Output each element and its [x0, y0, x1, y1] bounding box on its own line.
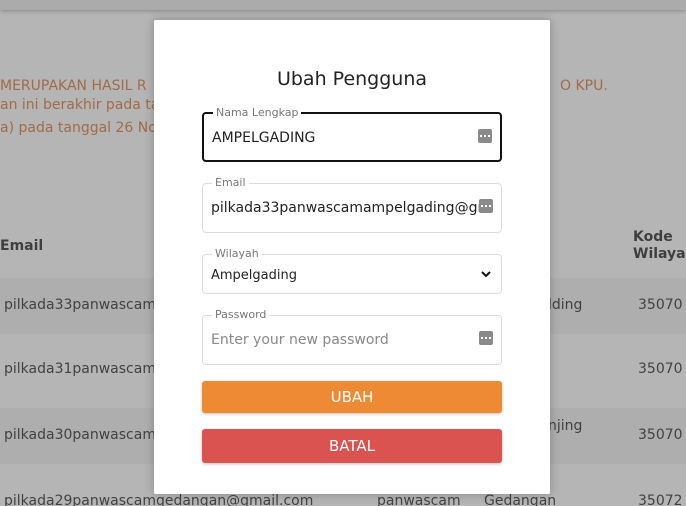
dialog-title: Ubah Pengguna [276, 68, 428, 90]
wilayah-label: Wilayah [212, 246, 262, 262]
password-input[interactable] [211, 328, 483, 352]
keyboard-icon[interactable] [479, 199, 493, 213]
nama-lengkap-label: Nama Lengkap [213, 105, 302, 121]
email-label: Email [212, 175, 249, 191]
wilayah-select[interactable]: Ampelgading [211, 264, 497, 286]
keyboard-icon[interactable] [478, 129, 492, 143]
password-field[interactable]: Password [202, 307, 502, 365]
chevron-down-icon[interactable] [479, 267, 493, 281]
keyboard-icon[interactable] [479, 331, 493, 345]
password-label: Password [212, 307, 270, 323]
edit-user-dialog: Ubah Pengguna Nama Lengkap Email Wilayah… [154, 20, 550, 494]
email-field[interactable]: Email [202, 175, 502, 233]
batal-button[interactable]: BATAL [202, 429, 502, 463]
nama-lengkap-input[interactable] [212, 126, 484, 150]
ubah-button[interactable]: UBAH [202, 381, 502, 413]
nama-lengkap-field[interactable]: Nama Lengkap [202, 105, 502, 162]
email-input[interactable] [211, 196, 483, 220]
wilayah-field[interactable]: Wilayah Ampelgading [202, 246, 502, 294]
